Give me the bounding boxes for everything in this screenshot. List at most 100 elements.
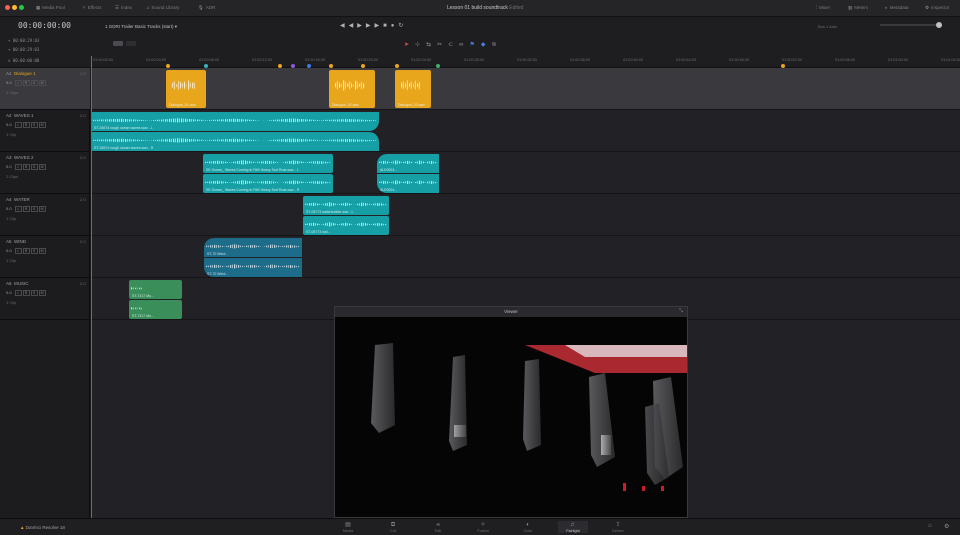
track-header-a5[interactable]: A5 WIND 2.0 0.0 ⌂ R S M 1 Clip (0, 236, 90, 278)
arm-lock-icon[interactable]: ⌂ (14, 122, 22, 128)
arm-lock-icon[interactable]: ⌂ (14, 290, 22, 296)
viewer-collapse-icon[interactable]: ⤡ (679, 308, 683, 314)
record-arm-button[interactable]: R (22, 164, 30, 170)
settings-gear-icon[interactable]: ⚙ (944, 523, 949, 530)
snap-icon[interactable]: ⊂ (448, 42, 459, 48)
page-tab-edit[interactable]: ⫷ Edit (423, 521, 453, 533)
viewer-window[interactable]: Viewer ⤡ (334, 306, 688, 518)
transport-controls[interactable]: ◀◀▶▶▶■●↻ (340, 22, 407, 29)
inspector-button[interactable]: ⚙ Inspector (925, 5, 950, 11)
mute-button[interactable]: M (38, 290, 46, 296)
track-header-a1[interactable]: A1 Dialogue 1 1.0 0.0 ⌂ R S M 3 Clips (0, 68, 90, 110)
clip-dialogue-2[interactable]: Dialogue_02.wav (329, 70, 375, 108)
edit-tools[interactable]: ➤⊹⇆✂⊂∞⚑◆≋ (404, 41, 502, 48)
monitor-volume-slider[interactable] (880, 22, 942, 28)
track-volume[interactable]: 0.0 (6, 206, 12, 211)
timeline-selector[interactable]: 1 GDRI Trailer Basic Tracks (start) ▾ (105, 24, 177, 30)
mixer-button[interactable]: ⫶ Mixer (816, 5, 830, 10)
clip-water-r[interactable]: ST-05773 wat... (303, 216, 389, 235)
record-arm-button[interactable]: R (22, 248, 30, 254)
volume-handle[interactable] (936, 22, 942, 28)
playhead[interactable] (91, 56, 92, 518)
mute-button[interactable]: M (38, 122, 46, 128)
link-icon[interactable]: ∞ (459, 42, 469, 48)
clip-music-l[interactable]: ST-7417 Mu... (129, 280, 182, 299)
page-tab-fusion[interactable]: ✧ Fusion (468, 521, 498, 533)
mute-button[interactable]: M (38, 248, 46, 254)
adr-button[interactable]: 🎙 ADR (198, 5, 215, 11)
play-icon[interactable]: ▶ (374, 23, 383, 29)
track-header-a6[interactable]: A6 MUSIC 2.0 0.0 ⌂ R S M 1 Clip (0, 278, 90, 320)
track-name[interactable]: A1 Dialogue 1 (6, 71, 36, 76)
track-name[interactable]: A5 WIND (6, 239, 26, 244)
blade-icon[interactable]: ✂ (437, 42, 448, 48)
track-volume[interactable]: 0.0 (6, 80, 12, 85)
page-tab-media[interactable]: ▤ Media (333, 521, 363, 533)
track-header-a3[interactable]: A3 WAVES 2 2.0 0.0 ⌂ R S M 2 Clips (0, 152, 90, 194)
effects-button[interactable]: ✧ Effects (82, 5, 101, 11)
track-name[interactable]: A6 MUSIC (6, 281, 29, 286)
minimize-window-button[interactable] (12, 5, 17, 10)
trim-icon[interactable]: ⇆ (426, 42, 437, 48)
metadata-button[interactable]: ◐ Metadata (885, 5, 908, 10)
sound-library-button[interactable]: ♫ Sound Library (146, 5, 179, 10)
range-icon[interactable]: ⊹ (415, 42, 426, 48)
track-header-a2[interactable]: A2 WAVES 1 2.0 0.0 ⌂ R S M 1 Clip (0, 110, 90, 152)
arm-lock-icon[interactable]: ⌂ (14, 164, 22, 170)
arm-lock-icon[interactable]: ⌂ (14, 248, 22, 254)
page-tab-cut[interactable]: ⧉ Cut (378, 521, 408, 533)
flag-icon[interactable]: ⚑ (469, 42, 480, 48)
solo-button[interactable]: S (30, 290, 38, 296)
lane-a5[interactable]: ST-70 Wind... ST-70 Wind... (91, 236, 960, 278)
solo-button[interactable]: S (30, 206, 38, 212)
solo-button[interactable]: S (30, 248, 38, 254)
solo-button[interactable]: S (30, 122, 38, 128)
rewind-icon[interactable]: ◀◀ (340, 23, 357, 29)
waveform-zoom-icon[interactable]: ≋ (491, 42, 502, 48)
stop-icon[interactable]: ■ (383, 23, 391, 29)
solo-button[interactable]: S (30, 80, 38, 86)
lane-a2[interactable]: ST-15674 rough ocean waves.wav - L ST-15… (91, 110, 960, 152)
clip-dialogue-1[interactable]: Dialogue_01.wav (166, 70, 206, 108)
lane-a4[interactable]: ST-05773 waterbubble.wav - L ST-05773 wa… (91, 194, 960, 236)
arm-lock-icon[interactable]: ⌂ (14, 206, 22, 212)
mute-button[interactable]: M (38, 206, 46, 212)
clip-waves2b-r[interactable]: ALE0091... (377, 174, 439, 193)
clip-waves2-l[interactable]: SE Ocean_ Waves Coming In R60 Heavy Surf… (203, 154, 333, 173)
loop-icon[interactable]: ↻ (398, 23, 407, 29)
clip-waves1-l[interactable]: ST-15674 rough ocean waves.wav - L (91, 112, 379, 131)
window-controls[interactable] (5, 5, 26, 12)
clip-waves2-r[interactable]: SE Ocean_ Waves Coming In R60 Heavy Surf… (203, 174, 333, 193)
clip-music-r[interactable]: ST-7417 Mu... (129, 300, 182, 319)
lane-a1[interactable]: Dialogue_01.wav Dialogue_02.wav Dialogue… (91, 68, 960, 110)
record-arm-button[interactable]: R (22, 80, 30, 86)
clip-wind-l[interactable]: ST-70 Wind... (204, 238, 302, 257)
fast-forward-icon[interactable]: ▶▶ (357, 23, 374, 29)
lane-a3[interactable]: SE Ocean_ Waves Coming In R60 Heavy Surf… (91, 152, 960, 194)
track-volume[interactable]: 0.0 (6, 248, 12, 253)
home-icon[interactable]: ⌂ (928, 523, 932, 529)
track-volume[interactable]: 0.0 (6, 164, 12, 169)
track-name[interactable]: A2 WAVES 1 (6, 113, 34, 118)
record-arm-button[interactable]: R (22, 206, 30, 212)
clip-waves2b-l[interactable]: ALE0091... (377, 154, 439, 173)
track-volume[interactable]: 0.0 (6, 290, 12, 295)
media-pool-button[interactable]: ▦ Media Pool (36, 5, 65, 11)
page-tab-color[interactable]: ◐ Color (513, 521, 543, 533)
track-volume[interactable]: 0.0 (6, 122, 12, 127)
meters-button[interactable]: ▥ Meters (848, 5, 868, 11)
view-toggle-button[interactable] (113, 41, 123, 46)
clip-water-l[interactable]: ST-05773 waterbubble.wav - L (303, 196, 389, 215)
marker-icon[interactable]: ◆ (481, 42, 492, 48)
track-name[interactable]: A4 WATER (6, 197, 30, 202)
mute-button[interactable]: M (38, 80, 46, 86)
record-arm-button[interactable]: R (22, 290, 30, 296)
clip-waves1-r[interactable]: ST-15674 rough ocean waves.wav - R (91, 132, 379, 151)
page-tab-fairlight[interactable]: ♬ Fairlight (558, 521, 588, 533)
close-window-button[interactable] (5, 5, 10, 10)
solo-button[interactable]: S (30, 164, 38, 170)
index-button[interactable]: ☰ Index (115, 5, 132, 11)
track-header-a4[interactable]: A4 WATER 2.0 0.0 ⌂ R S M 1 Clip (0, 194, 90, 236)
arm-lock-icon[interactable]: ⌂ (14, 80, 22, 86)
track-name[interactable]: A3 WAVES 2 (6, 155, 34, 160)
